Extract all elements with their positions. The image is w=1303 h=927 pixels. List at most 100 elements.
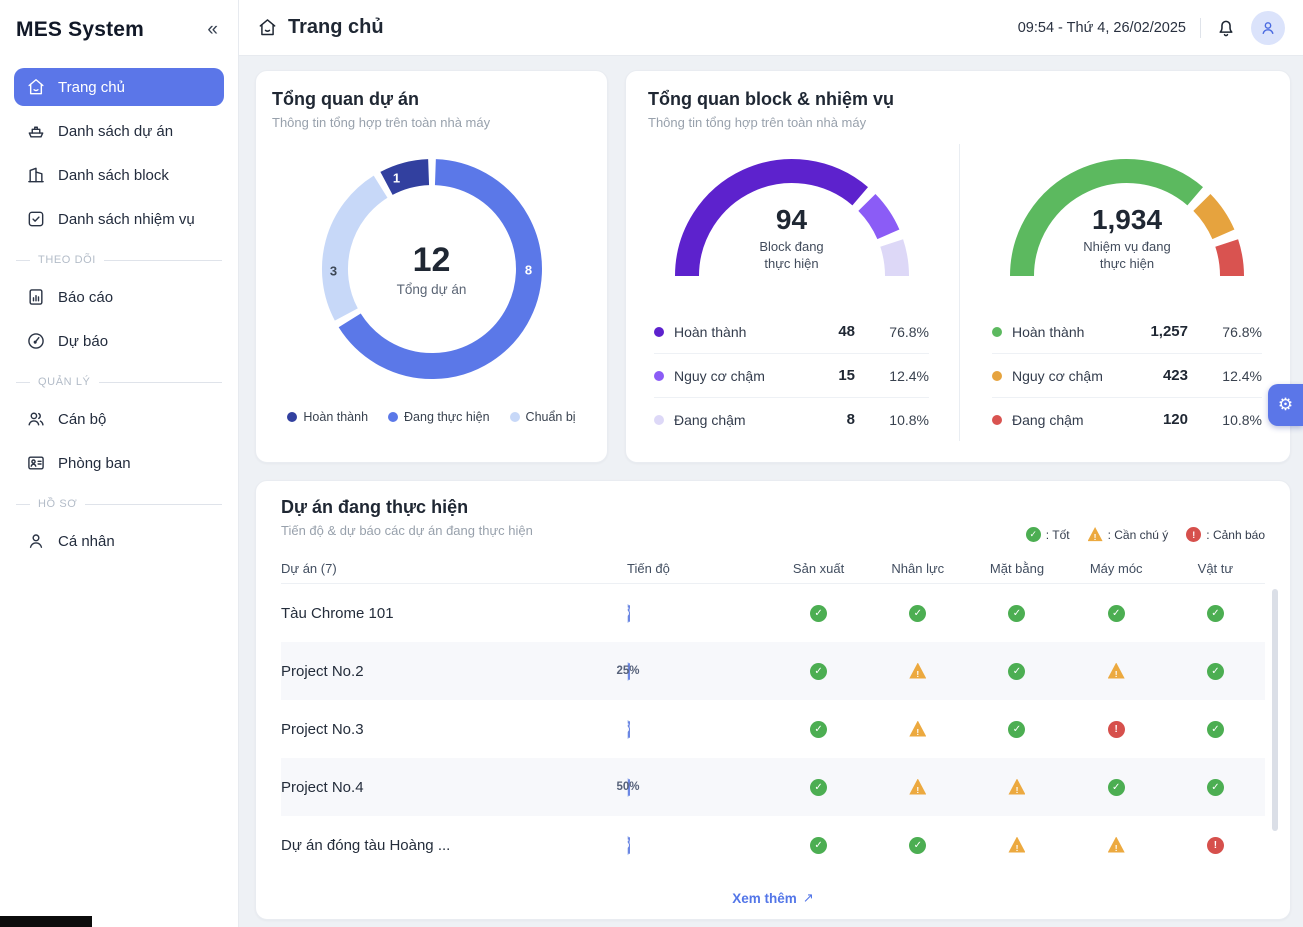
sidebar-item-label: Báo cáo bbox=[58, 289, 113, 306]
project-overview-card: Tổng quan dự án Thông tin tổng hợp trên … bbox=[255, 70, 608, 463]
report-icon bbox=[26, 287, 46, 307]
status-icon bbox=[1108, 779, 1125, 796]
status-icon bbox=[1008, 663, 1025, 680]
sidebar-item-reports[interactable]: Báo cáo bbox=[14, 278, 224, 316]
table-row[interactable]: Project No.2 25% bbox=[281, 642, 1265, 700]
progress-bar: 75% bbox=[627, 720, 629, 739]
home-icon bbox=[26, 77, 46, 97]
legend-percent: 12.4% bbox=[1198, 368, 1262, 384]
status-icon bbox=[1108, 663, 1125, 680]
legend-dot bbox=[654, 327, 664, 337]
column-header-ground: Mặt bằng bbox=[967, 561, 1066, 576]
table-row[interactable]: Project No.4 50% bbox=[281, 758, 1265, 816]
legend-label: Hoàn thành bbox=[674, 324, 781, 340]
sidebar-item-label: Danh sách dự án bbox=[58, 123, 173, 140]
legend-row: Đang chậm 8 10.8% bbox=[654, 397, 929, 441]
donut-segment-value: 8 bbox=[525, 263, 532, 278]
see-more-link[interactable]: Xem thêm bbox=[732, 891, 797, 906]
legend-label: Chuẩn bị bbox=[526, 410, 576, 424]
block-gauge-panel: 94 Block đang thực hiện Hoàn thành 48 76… bbox=[626, 144, 959, 441]
sidebar-item-personal[interactable]: Cá nhân bbox=[14, 522, 224, 560]
status-icon bbox=[810, 779, 827, 796]
sidebar-item-tasks[interactable]: Danh sách nhiệm vụ bbox=[14, 200, 224, 238]
legend-dot bbox=[654, 371, 664, 381]
sidebar-section-profile: HỒ SƠ bbox=[16, 498, 222, 510]
ship-icon bbox=[26, 121, 46, 141]
sidebar-collapse-button[interactable]: « bbox=[203, 19, 222, 41]
block-gauge-legend: Hoàn thành 48 76.8% Nguy cơ chậm 15 12.4… bbox=[654, 310, 929, 441]
status-icon bbox=[810, 663, 827, 680]
legend-row: Hoàn thành 1,257 76.8% bbox=[992, 310, 1262, 353]
progress-bar: 25% bbox=[627, 662, 629, 681]
column-header-progress: Tiến độ bbox=[617, 561, 769, 576]
table-row[interactable]: Dự án đóng tàu Hoàng ... 75% bbox=[281, 816, 1265, 874]
app-title: MES System bbox=[16, 18, 144, 42]
column-header-production: Sản xuất bbox=[769, 561, 868, 576]
legend-label: Hoàn thành bbox=[1012, 324, 1114, 340]
status-icon bbox=[1207, 605, 1224, 622]
progress-bar: 50% bbox=[627, 778, 629, 797]
sidebar-item-forecast[interactable]: Dự báo bbox=[14, 322, 224, 360]
legend-label: : Cảnh báo bbox=[1206, 528, 1265, 542]
card-subtitle: Thông tin tổng hợp trên toàn nhà máy bbox=[648, 115, 1268, 130]
status-icon bbox=[1207, 779, 1224, 796]
sidebar-item-staff[interactable]: Cán bộ bbox=[14, 400, 224, 438]
legend-percent: 12.4% bbox=[865, 368, 929, 384]
legend-dot bbox=[992, 415, 1002, 425]
status-icon bbox=[1008, 779, 1025, 796]
sidebar-item-blocks[interactable]: Danh sách block bbox=[14, 156, 224, 194]
block-task-overview-card: Tổng quan block & nhiệm vụ Thông tin tổn… bbox=[625, 70, 1291, 463]
arrow-up-right-icon[interactable]: ↗ bbox=[803, 890, 814, 906]
task-gauge-legend: Hoàn thành 1,257 76.8% Nguy cơ chậm 423 … bbox=[992, 310, 1262, 441]
legend-label: Đang chậm bbox=[1012, 412, 1114, 428]
settings-fab-button[interactable]: ⚙ bbox=[1268, 384, 1303, 426]
status-icon bbox=[810, 721, 827, 738]
tasks-in-progress-label: Nhiệm vụ đang thực hiện bbox=[1069, 239, 1185, 273]
status-icon bbox=[810, 837, 827, 854]
table-row[interactable]: Project No.3 75% bbox=[281, 700, 1265, 758]
donut-svg bbox=[317, 154, 547, 384]
legend-value: 1,257 bbox=[1124, 323, 1188, 340]
legend-row: Nguy cơ chậm 423 12.4% bbox=[992, 353, 1262, 397]
project-name: Dự án đóng tàu Hoàng ... bbox=[281, 837, 617, 854]
status-icon bbox=[909, 837, 926, 854]
blocks-in-progress-label: Block đang thực hiện bbox=[746, 239, 838, 273]
status-icon bbox=[1008, 721, 1025, 738]
table-row[interactable]: Tàu Chrome 101 75% bbox=[281, 584, 1265, 642]
table-scrollbar-thumb[interactable] bbox=[1272, 589, 1278, 831]
legend-value: 48 bbox=[791, 323, 855, 340]
sidebar-item-projects[interactable]: Danh sách dự án bbox=[14, 112, 224, 150]
project-name: Project No.3 bbox=[281, 721, 617, 738]
sidebar-section-monitoring: THEO DÕI bbox=[16, 254, 222, 266]
status-icon bbox=[909, 663, 926, 680]
legend-value: 120 bbox=[1124, 411, 1188, 428]
sidebar-item-label: Cán bộ bbox=[58, 411, 106, 428]
task-check-icon bbox=[26, 209, 46, 229]
notifications-bell-icon[interactable] bbox=[1215, 17, 1237, 39]
user-avatar[interactable] bbox=[1251, 11, 1285, 45]
status-icon bbox=[810, 605, 827, 622]
users-icon bbox=[26, 409, 46, 429]
column-header-project: Dự án (7) bbox=[281, 561, 617, 576]
legend-label: Hoàn thành bbox=[303, 410, 368, 424]
running-projects-card: Dự án đang thực hiện Tiến độ & dự báo cá… bbox=[255, 480, 1291, 920]
sidebar-item-home[interactable]: Trang chủ bbox=[14, 68, 224, 106]
card-title: Dự án đang thực hiện bbox=[281, 497, 1265, 518]
dashboard-content: Tổng quan dự án Thông tin tổng hợp trên … bbox=[239, 56, 1303, 927]
block-gauge-chart: 94 Block đang thực hiện bbox=[672, 156, 912, 286]
status-legend: : Tốt : Cần chú ý : Cảnh báo bbox=[1026, 527, 1265, 542]
progress-bar: 75% bbox=[627, 836, 629, 855]
header-divider bbox=[1200, 18, 1201, 38]
sidebar-item-departments[interactable]: Phòng ban bbox=[14, 444, 224, 482]
status-icon bbox=[909, 779, 926, 796]
good-status-icon bbox=[1026, 527, 1041, 542]
legend-label: : Cần chú ý bbox=[1108, 528, 1169, 542]
status-icon bbox=[1108, 605, 1125, 622]
project-name: Project No.4 bbox=[281, 779, 617, 796]
page-title: Trang chủ bbox=[288, 16, 384, 39]
legend-label: Đang thực hiện bbox=[404, 410, 490, 424]
project-name: Project No.2 bbox=[281, 663, 617, 680]
table-header-row: Dự án (7) Tiến độ Sản xuất Nhân lực Mặt … bbox=[281, 554, 1265, 584]
progress-bar: 75% bbox=[627, 604, 629, 623]
legend-label: Nguy cơ chậm bbox=[674, 368, 781, 384]
